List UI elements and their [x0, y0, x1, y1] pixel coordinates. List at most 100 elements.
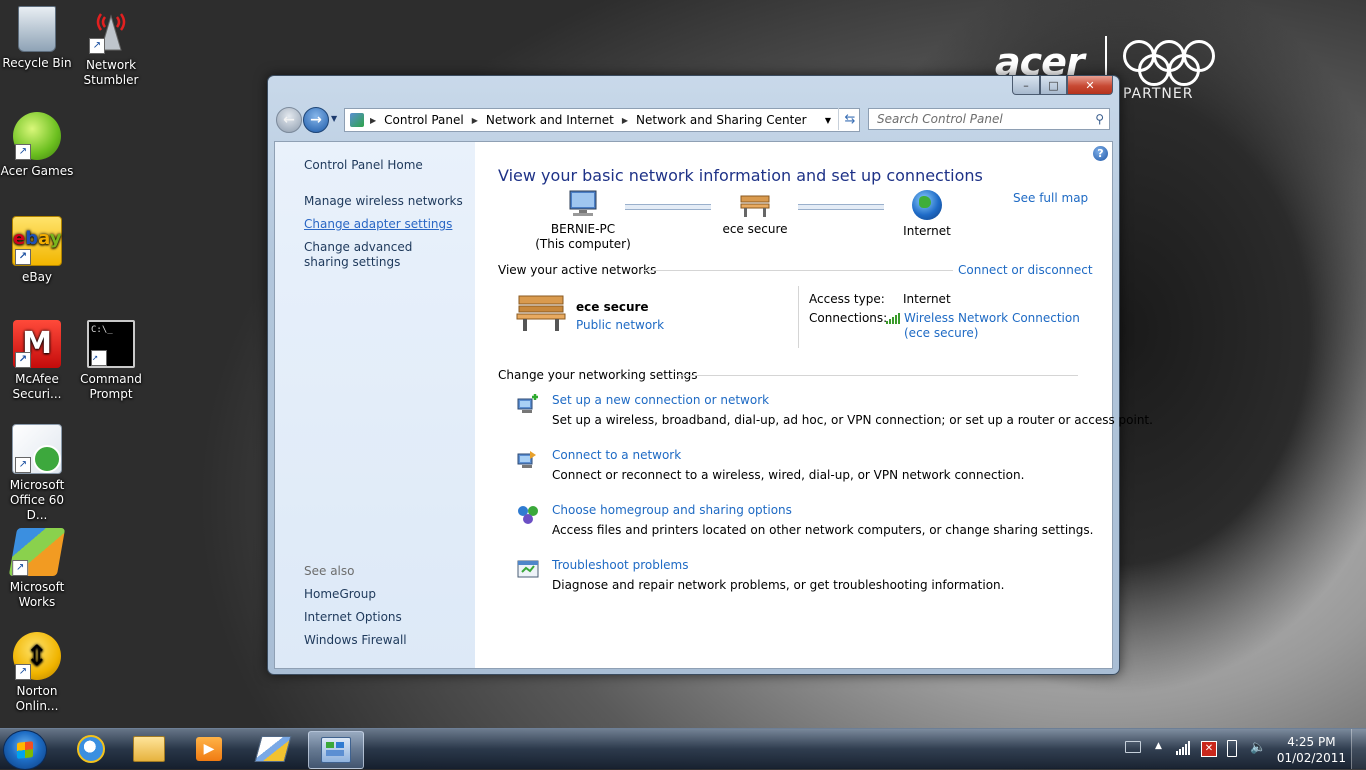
back-button[interactable]: ← [276, 107, 302, 133]
divider [677, 375, 1078, 376]
task-troubleshoot-title[interactable]: Troubleshoot problems [552, 558, 688, 572]
back-arrow-icon: ← [283, 112, 295, 128]
breadcrumb-separator-icon[interactable]: ▶ [370, 116, 376, 125]
shortcut-arrow-icon: ↗ [91, 350, 107, 366]
network-sharing-center-window[interactable]: – □ ✕ ← → ▼ ▶ Control Panel ▶ Network an… [267, 75, 1153, 675]
see-full-map-link[interactable]: See full map [1013, 191, 1088, 205]
bench-network-icon [739, 190, 771, 218]
desktop-icon-label: eBay [21, 270, 53, 284]
partner-label: PARTNER [1123, 86, 1194, 102]
search-input[interactable]: Search Control Panel ⚲ [868, 108, 1110, 130]
network-type-link[interactable]: Public network [576, 318, 664, 332]
setup-connection-icon [516, 393, 540, 415]
breadcrumb-network-internet[interactable]: Network and Internet [486, 113, 614, 127]
network-bench-icon[interactable] [515, 292, 567, 335]
task-homegroup-title[interactable]: Choose homegroup and sharing options [552, 503, 792, 517]
taskbar-internet-explorer[interactable] [64, 731, 118, 767]
breadcrumb-network-sharing-center[interactable]: Network and Sharing Center [636, 113, 807, 127]
desktop-icon-label: Command Prompt [80, 372, 142, 401]
page-title: View your basic network information and … [498, 166, 983, 185]
keyboard-icon[interactable] [1125, 741, 1141, 753]
network-signal-icon[interactable] [1176, 741, 1192, 758]
internet-options-link[interactable]: Internet Options [304, 610, 402, 625]
olympic-rings-icon [1123, 40, 1215, 86]
recent-pages-dropdown-icon[interactable]: ▼ [331, 114, 339, 123]
desktop-icon-label: Microsoft Office 60 D... [9, 478, 65, 522]
recycle-bin-icon [18, 6, 56, 52]
wireless-connection-ssid-link[interactable]: (ece secure) [904, 326, 978, 340]
change-advanced-sharing-settings-link[interactable]: Change advanced sharing settings [304, 240, 454, 270]
access-type-label: Access type: [809, 292, 885, 306]
taskbar-paint[interactable] [246, 731, 300, 767]
desktop-icon-mcafee[interactable]: M ↗ McAfee Securi... [0, 320, 74, 402]
minimize-button[interactable]: – [1012, 76, 1040, 95]
desktop-icon-norton[interactable]: ⇕ ↗ Norton Onlin... [0, 632, 74, 714]
content-area: Control Panel Home Manage wireless netwo… [274, 141, 1153, 669]
troubleshoot-icon [516, 558, 540, 580]
command-prompt-icon: C:\_ ↗ [87, 320, 135, 368]
task-troubleshoot-desc: Diagnose and repair network problems, or… [552, 578, 1005, 592]
security-alert-icon[interactable]: ✕ [1201, 741, 1217, 757]
shortcut-arrow-icon: ↗ [12, 560, 29, 576]
map-node-computer-sub: (This computer) [535, 237, 631, 251]
task-connect-network-desc: Connect or reconnect to a wireless, wire… [552, 468, 1025, 482]
help-icon[interactable]: ? [1093, 146, 1108, 161]
maximize-button[interactable]: □ [1040, 76, 1067, 95]
breadcrumb-control-panel[interactable]: Control Panel [384, 113, 464, 127]
homegroup-link[interactable]: HomeGroup [304, 587, 376, 602]
see-also-label: See also [304, 564, 355, 578]
task-homegroup-desc: Access files and printers located on oth… [552, 523, 1094, 537]
volume-icon[interactable]: 🔈 [1250, 740, 1266, 755]
works-icon: ↗ [8, 528, 66, 576]
breadcrumb-separator-icon[interactable]: ▶ [622, 116, 628, 125]
connections-label: Connections: [809, 311, 888, 325]
desktop-icon-office[interactable]: ↗ Microsoft Office 60 D... [0, 424, 74, 523]
taskbar-windows-explorer[interactable] [122, 731, 176, 767]
map-node-internet-name: Internet [903, 224, 951, 238]
clock[interactable]: 4:25 PM 01/02/2011 [1277, 734, 1346, 766]
battery-icon[interactable] [1227, 740, 1237, 757]
breadcrumb-separator-icon[interactable]: ▶ [472, 116, 478, 125]
search-placeholder: Search Control Panel [877, 112, 1003, 126]
desktop-icon-label: Acer Games [0, 164, 74, 178]
office-icon: ↗ [12, 424, 62, 474]
clock-date: 01/02/2011 [1276, 751, 1346, 765]
manage-wireless-networks-link[interactable]: Manage wireless networks [304, 194, 463, 209]
clock-time: 4:25 PM [1287, 735, 1336, 749]
paint-icon [254, 736, 292, 762]
taskbar-control-panel[interactable] [308, 731, 364, 769]
address-dropdown-icon[interactable]: ▼ [825, 116, 831, 125]
search-icon[interactable]: ⚲ [1095, 112, 1104, 126]
windows-firewall-link[interactable]: Windows Firewall [304, 633, 407, 648]
control-panel-home-link[interactable]: Control Panel Home [304, 158, 423, 173]
task-setup-connection-title[interactable]: Set up a new connection or network [552, 393, 769, 407]
desktop-icon-network-stumbler[interactable]: ↗ Network Stumbler [74, 6, 148, 88]
forward-button[interactable]: → [303, 107, 329, 133]
taskbar-media-player[interactable]: ▶ [182, 731, 236, 767]
address-bar[interactable]: ▶ Control Panel ▶ Network and Internet ▶… [344, 108, 860, 132]
show-desktop-button[interactable] [1351, 729, 1366, 769]
map-connection-line [798, 204, 884, 210]
change-adapter-settings-link[interactable]: Change adapter settings [304, 217, 452, 232]
map-node-computer: BERNIE-PC (This computer) [533, 190, 633, 252]
start-button[interactable] [3, 730, 47, 770]
wireless-connection-link[interactable]: Wireless Network Connection [904, 311, 1080, 325]
windows-logo-icon [17, 741, 33, 759]
close-button[interactable]: ✕ [1067, 76, 1113, 95]
map-node-internet[interactable]: Internet [877, 190, 977, 239]
desktop-icon-command-prompt[interactable]: C:\_ ↗ Command Prompt [74, 320, 148, 402]
signal-strength-icon [886, 312, 900, 327]
show-hidden-icons-icon[interactable]: ▲ [1155, 741, 1162, 751]
desktop-icon-recycle-bin[interactable]: Recycle Bin [0, 6, 74, 71]
map-node-network[interactable]: ece secure [705, 190, 805, 237]
refresh-button[interactable]: ⇆ [838, 108, 861, 130]
desktop-icon-label: Microsoft Works [9, 580, 65, 609]
desktop-icon-acer-games[interactable]: ↗ Acer Games [0, 112, 74, 179]
connect-or-disconnect-link[interactable]: Connect or disconnect [958, 263, 1093, 277]
desktop-icon-works[interactable]: ↗ Microsoft Works [0, 528, 74, 610]
acer-games-icon: ↗ [13, 112, 61, 160]
control-panel-taskbar-icon [321, 737, 351, 763]
task-connect-network-title[interactable]: Connect to a network [552, 448, 681, 462]
desktop-icon-label: Norton Onlin... [15, 684, 59, 713]
desktop-icon-ebay[interactable]: ebay ↗ eBay [0, 216, 74, 285]
